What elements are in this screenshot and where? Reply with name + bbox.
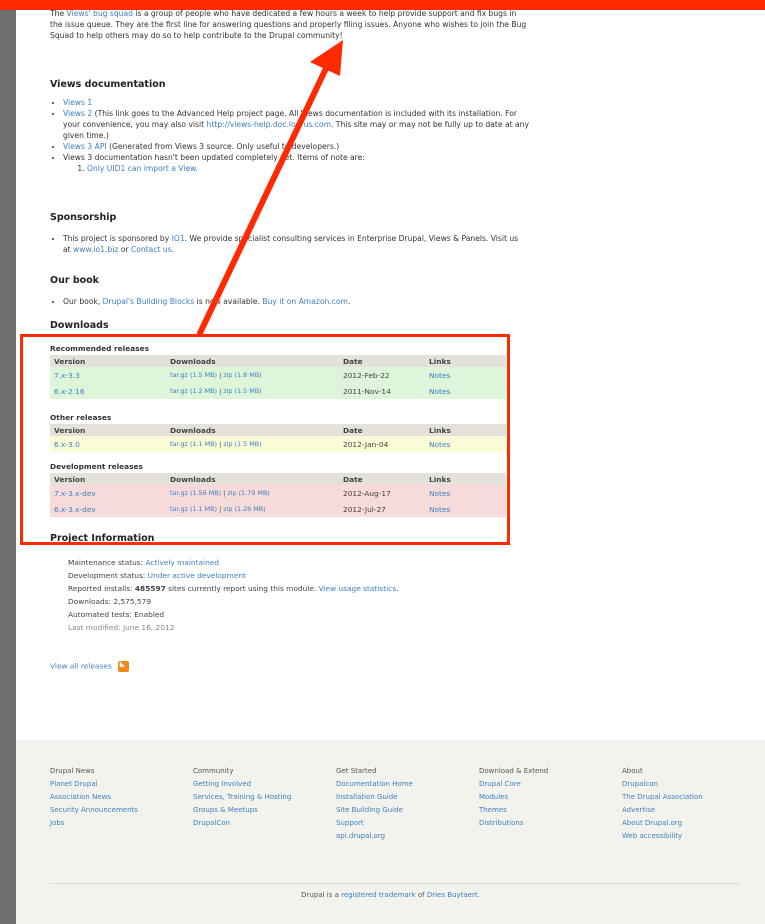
views-3-api-link[interactable]: Views 3 API: [63, 142, 107, 151]
downloads-heading: Downloads: [50, 320, 109, 331]
list-item: Views 1: [63, 97, 530, 108]
footer-link[interactable]: Modules: [479, 793, 508, 801]
view-all-releases: View all releases: [50, 660, 129, 672]
footer-link[interactable]: Themes: [479, 806, 507, 814]
list-item: Our book, Drupal's Building Blocks is no…: [63, 296, 520, 307]
automated-tests: Automated tests: Enabled: [68, 610, 165, 619]
contact-us-link[interactable]: Contact us: [131, 245, 172, 254]
list-item: Only UID1 can import a View.: [87, 163, 530, 174]
project-info: Maintenance status: Actively maintained …: [68, 558, 399, 632]
footer-link[interactable]: Security Announcements: [50, 806, 138, 814]
footer-column: Drupal News Planet Drupal Association Ne…: [50, 767, 138, 827]
dries-link[interactable]: Dries Buytaert: [427, 891, 478, 899]
footer-link[interactable]: Site Building Guide: [336, 806, 403, 814]
footer-link[interactable]: Drupalcon: [622, 780, 658, 788]
footer-link[interactable]: Support: [336, 819, 364, 827]
footer-link[interactable]: Jobs: [50, 819, 64, 827]
usage-statistics-link[interactable]: View usage statistics: [319, 584, 396, 593]
footer-column: Get Started Documentation Home Installat…: [336, 767, 413, 840]
list-item: Views 3 documentation hasn't been update…: [63, 152, 530, 174]
bug-squad-link[interactable]: Views' bug squad: [67, 9, 133, 18]
footer-link[interactable]: Planet Drupal: [50, 780, 98, 788]
uid1-import-link[interactable]: Only UID1 can import a View.: [87, 164, 198, 173]
footer-link[interactable]: Installation Guide: [336, 793, 398, 801]
installs-count: 485597: [134, 584, 166, 593]
footer-link[interactable]: Association News: [50, 793, 111, 801]
list-item: This project is sponsored by IO1. We pro…: [63, 233, 520, 255]
maintenance-status-link[interactable]: Actively maintained: [146, 558, 220, 567]
sponsorship-heading: Sponsorship: [50, 212, 117, 223]
book-link[interactable]: Drupal's Building Blocks: [103, 297, 195, 306]
intro-section: The Views' bug squad is a group of peopl…: [50, 8, 530, 41]
amazon-link[interactable]: Buy it on Amazon.com: [262, 297, 348, 306]
footer-column: Download & Extend Drupal Core Modules Th…: [479, 767, 549, 827]
docs-list: Views 1 Views 2 (This link goes to the A…: [50, 97, 530, 174]
annotation-top-bar: [0, 0, 765, 10]
list-item: Views 3 API (Generated from Views 3 sour…: [63, 141, 530, 152]
book-heading: Our book: [50, 275, 100, 286]
footer-link[interactable]: DrupalCon: [193, 819, 230, 827]
footer-column: Community Getting Involved Services, Tra…: [193, 767, 292, 827]
footer-link[interactable]: Groups & Meetups: [193, 806, 258, 814]
sponsorship-section: Sponsorship This project is sponsored by…: [50, 212, 520, 255]
footer-link[interactable]: Advertise: [622, 806, 655, 814]
footer-link[interactable]: Documentation Home: [336, 780, 413, 788]
view-all-releases-link[interactable]: View all releases: [50, 662, 112, 671]
views-help-link[interactable]: http://views-help.doc.logrus.com: [207, 120, 331, 129]
footer-link[interactable]: api.drupal.org: [336, 832, 385, 840]
docs-section: Views documentation Views 1 Views 2 (Thi…: [50, 79, 530, 174]
footer-link[interactable]: About Drupal.org: [622, 819, 682, 827]
trademark-link[interactable]: registered trademark: [341, 891, 416, 899]
footer-link[interactable]: Services, Training & Hosting: [193, 793, 291, 801]
footer-link[interactable]: The Drupal Association: [622, 793, 703, 801]
docs-heading: Views documentation: [50, 79, 166, 90]
rss-feed-icon[interactable]: [117, 660, 129, 672]
list-item: Views 2 (This link goes to the Advanced …: [63, 108, 530, 141]
footer-link[interactable]: Web accessibility: [622, 832, 682, 840]
views-1-link[interactable]: Views 1: [63, 98, 92, 107]
views-2-link[interactable]: Views 2: [63, 109, 92, 118]
development-status-link[interactable]: Under active development: [148, 571, 246, 580]
io1-link[interactable]: IO1: [172, 234, 185, 243]
site-footer: Drupal News Planet Drupal Association Ne…: [16, 740, 765, 924]
downloads-count: Downloads: 2,575,579: [68, 597, 152, 606]
footer-copyright: Drupal is a registered trademark of Drie…: [301, 891, 480, 899]
footer-link[interactable]: Drupal Core: [479, 780, 521, 788]
intro-paragraph: The Views' bug squad is a group of peopl…: [50, 9, 527, 40]
footer-divider: [50, 883, 740, 884]
last-modified: Last modified: June 16, 2012: [68, 623, 175, 632]
footer-link[interactable]: Getting Involved: [193, 780, 251, 788]
annotation-highlight-box: [20, 334, 510, 545]
footer-column: About Drupalcon The Drupal Association A…: [622, 767, 703, 840]
book-section: Our book Our book, Drupal's Building Blo…: [50, 275, 520, 307]
footer-link[interactable]: Distributions: [479, 819, 524, 827]
io1-site-link[interactable]: www.io1.biz: [73, 245, 118, 254]
